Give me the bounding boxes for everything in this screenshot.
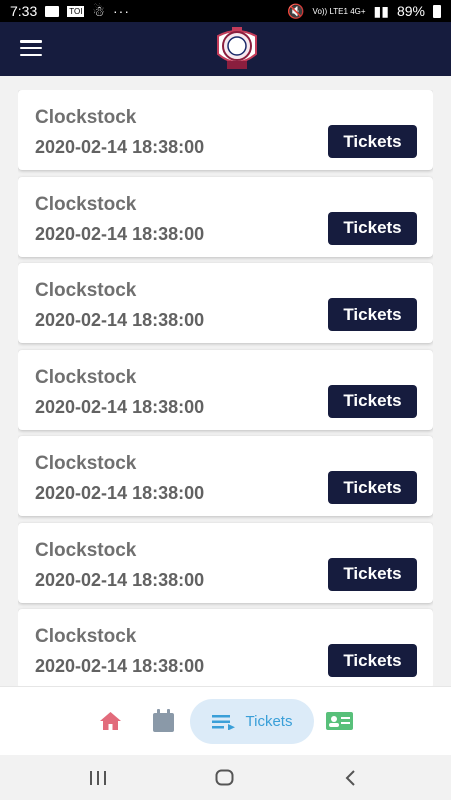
- image-notification-icon: [45, 5, 60, 17]
- battery-percent: 89%: [396, 3, 425, 19]
- status-left: 7:33 TOI ☃ ···: [10, 3, 130, 20]
- event-title: Clockstock: [35, 366, 137, 388]
- recent-apps-icon: [90, 771, 106, 785]
- nav-home[interactable]: [99, 711, 122, 736]
- tickets-button[interactable]: Tickets: [328, 211, 417, 245]
- back-button[interactable]: [344, 769, 356, 792]
- id-card-icon: [326, 712, 353, 730]
- tickets-button[interactable]: Tickets: [328, 125, 417, 158]
- club-crest-logo: [213, 24, 261, 74]
- event-card[interactable]: Clockstock 2020-02-14 18:38:00 Tickets: [18, 263, 433, 343]
- tickets-button[interactable]: Tickets: [328, 298, 417, 331]
- tickets-button[interactable]: Tickets: [328, 557, 417, 591]
- status-right: 🔇 Vo)) LTE1 4G+ ▮▮ 89%: [287, 3, 441, 20]
- event-date: 2020-02-14 18:38:00: [35, 310, 205, 330]
- tickets-button[interactable]: Tickets: [328, 384, 417, 418]
- recent-apps-button[interactable]: [89, 770, 107, 791]
- hamburger-icon[interactable]: [20, 40, 42, 56]
- event-date: 2020-02-14 18:38:00: [35, 569, 205, 590]
- event-date: 2020-02-14 18:38:00: [35, 223, 205, 244]
- network-indicator: Vo)) LTE1 4G+: [312, 6, 366, 16]
- nav-membership[interactable]: [326, 712, 353, 735]
- event-date: 2020-02-14 18:38:00: [35, 137, 205, 157]
- event-card[interactable]: Clockstock 2020-02-14 18:38:00 Tickets: [18, 349, 433, 430]
- event-card[interactable]: Clockstock 2020-02-14 18:38:00 Tickets: [18, 609, 433, 686]
- back-chevron-icon: [345, 770, 355, 786]
- nav-tickets-label: Tickets: [245, 713, 293, 730]
- home-button[interactable]: [215, 769, 234, 791]
- more-notifications-icon: ···: [113, 3, 130, 19]
- home-icon: [100, 712, 121, 730]
- list-icon: [211, 714, 235, 730]
- mute-icon: 🔇: [287, 2, 305, 19]
- bottom-navigation: Tickets: [0, 686, 451, 756]
- event-list: Clockstock 2020-02-14 18:38:00 Tickets C…: [18, 90, 433, 686]
- event-card[interactable]: Clockstock 2020-02-14 18:38:00 Tickets: [18, 436, 433, 516]
- app-bar: [0, 22, 451, 76]
- event-title: Clockstock: [35, 453, 137, 474]
- status-time: 7:33: [10, 3, 38, 19]
- tickets-button[interactable]: Tickets: [328, 471, 417, 504]
- nav-calendar[interactable]: [152, 709, 175, 738]
- home-circle-icon: [215, 769, 234, 786]
- calendar-icon: [153, 709, 174, 732]
- battery-icon: [433, 4, 441, 18]
- event-card[interactable]: Clockstock 2020-02-14 18:38:00 Tickets: [18, 90, 433, 170]
- status-bar: 7:33 TOI ☃ ··· 🔇 Vo)) LTE1 4G+ ▮▮ 89%: [0, 0, 451, 22]
- event-title: Clockstock: [35, 626, 137, 647]
- assistant-notification-icon: ☃: [92, 2, 105, 19]
- event-title: Clockstock: [35, 107, 137, 128]
- event-date: 2020-02-14 18:38:00: [35, 483, 205, 503]
- event-date: 2020-02-14 18:38:00: [35, 396, 205, 417]
- event-title: Clockstock: [35, 193, 137, 215]
- event-date: 2020-02-14 18:38:00: [35, 656, 205, 676]
- toi-notification-icon: TOI: [67, 5, 85, 17]
- signal-icon: ▮▮: [373, 2, 389, 19]
- system-navigation-bar: [0, 755, 451, 800]
- event-card[interactable]: Clockstock 2020-02-14 18:38:00 Tickets: [18, 176, 433, 257]
- event-title: Clockstock: [35, 539, 137, 561]
- event-title: Clockstock: [35, 280, 137, 301]
- nav-tickets[interactable]: Tickets: [190, 699, 314, 744]
- event-card[interactable]: Clockstock 2020-02-14 18:38:00 Tickets: [18, 522, 433, 603]
- tickets-button[interactable]: Tickets: [328, 644, 417, 677]
